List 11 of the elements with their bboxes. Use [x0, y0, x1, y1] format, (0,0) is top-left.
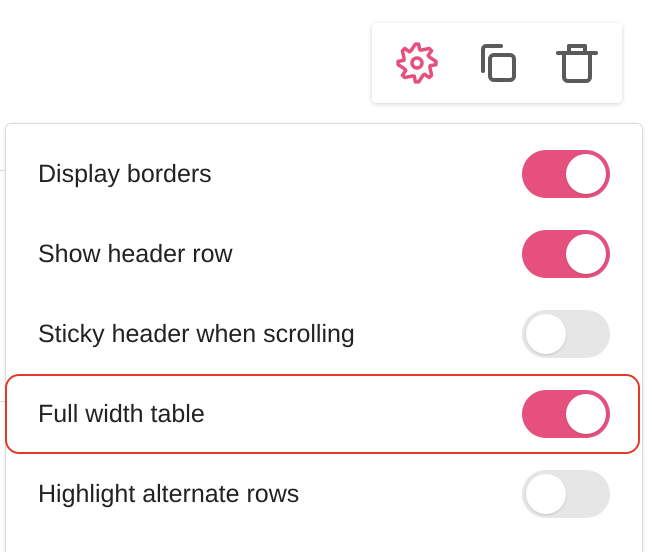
option-label: Show header row — [38, 240, 233, 268]
option-label: Sticky header when scrolling — [38, 320, 355, 348]
trash-icon — [555, 41, 599, 85]
toggle-switch[interactable] — [522, 150, 610, 198]
toggle-switch[interactable] — [522, 470, 610, 518]
toggle-switch[interactable] — [522, 310, 610, 358]
toggle-switch[interactable] — [522, 230, 610, 278]
option-label: Full width table — [38, 400, 205, 428]
toggle-switch[interactable] — [522, 390, 610, 438]
option-label: Display borders — [38, 160, 212, 188]
option-label: Highlight alternate rows — [38, 480, 300, 508]
